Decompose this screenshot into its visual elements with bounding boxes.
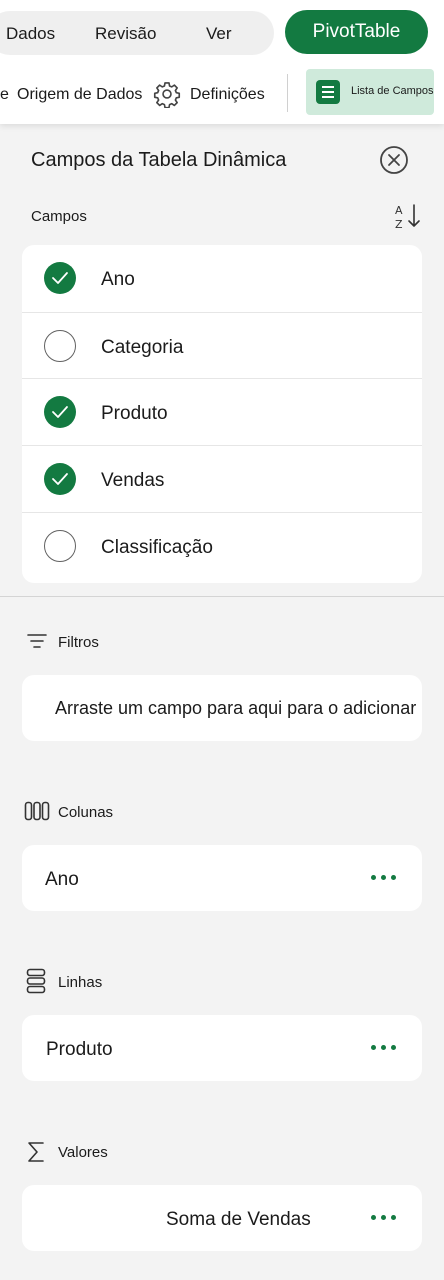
svg-text:Z: Z [395, 218, 403, 231]
data-source-button[interactable]: Origem de Dados [17, 86, 142, 104]
checkbox-unchecked[interactable] [44, 330, 76, 362]
values-drop-zone[interactable]: Soma de Vendas [22, 1185, 422, 1251]
rows-field-item[interactable]: Produto [46, 1039, 113, 1061]
columns-icon [24, 801, 50, 821]
sort-az-icon[interactable]: A Z [394, 201, 422, 231]
more-options-icon[interactable] [371, 1213, 397, 1223]
checkbox-checked[interactable] [44, 463, 76, 495]
field-item-ano[interactable]: Ano [22, 245, 422, 311]
tab-pivottable[interactable]: PivotTable [285, 10, 428, 54]
field-list-label: Lista de Campos [351, 85, 434, 97]
rows-icon [26, 968, 46, 994]
field-label: Ano [101, 269, 135, 290]
field-item-categoria[interactable]: Categoria [22, 312, 422, 379]
field-label: Produto [101, 403, 168, 424]
field-label: Categoria [101, 337, 184, 358]
filters-placeholder: Arraste um campo para aqui para o adicio… [55, 698, 417, 718]
field-list-card: Ano Categoria Produto Vendas Classificaç… [22, 245, 422, 583]
field-label: Vendas [101, 470, 165, 491]
checkbox-unchecked[interactable] [44, 530, 76, 562]
fields-section-label: Campos [31, 208, 87, 225]
gear-icon[interactable] [153, 80, 181, 108]
filter-icon [27, 634, 47, 648]
field-item-produto[interactable]: Produto [22, 378, 422, 445]
values-field-item[interactable]: Soma de Vendas [166, 1209, 311, 1231]
tab-ver[interactable]: Ver [206, 24, 232, 44]
settings-button[interactable]: Definições [190, 86, 265, 104]
field-label: Classificação [101, 537, 213, 558]
more-options-icon[interactable] [371, 873, 397, 883]
field-item-classificacao[interactable]: Classificação [22, 512, 422, 579]
truncated-command-label[interactable]: e [0, 86, 9, 104]
columns-label: Colunas [58, 804, 114, 821]
svg-text:A: A [395, 204, 403, 217]
checkbox-checked[interactable] [44, 262, 76, 294]
tab-revisao[interactable]: Revisão [95, 24, 156, 44]
more-options-icon[interactable] [371, 1043, 397, 1053]
ribbon-divider [287, 74, 288, 112]
filters-drop-zone[interactable]: Arraste um campo para aqui para o adicio… [22, 675, 422, 741]
rows-drop-zone[interactable]: Produto [22, 1015, 422, 1081]
field-list-icon [316, 80, 340, 104]
panel-title: Campos da Tabela Dinâmica [31, 149, 287, 171]
sigma-icon [28, 1142, 44, 1162]
tab-dados[interactable]: Dados [6, 24, 55, 44]
filters-label: Filtros [58, 634, 99, 651]
rows-label: Linhas [58, 974, 103, 991]
checkbox-checked[interactable] [44, 396, 76, 428]
field-item-vendas[interactable]: Vendas [22, 445, 422, 512]
close-icon[interactable] [379, 145, 409, 175]
section-divider [0, 596, 444, 597]
ribbon: Dados Revisão Ver PivotTable e Origem de… [0, 0, 444, 124]
values-label: Valores [58, 1144, 108, 1161]
columns-field-item[interactable]: Ano [45, 869, 79, 891]
columns-drop-zone[interactable]: Ano [22, 845, 422, 911]
field-list-button[interactable]: Lista de Campos [306, 69, 434, 115]
